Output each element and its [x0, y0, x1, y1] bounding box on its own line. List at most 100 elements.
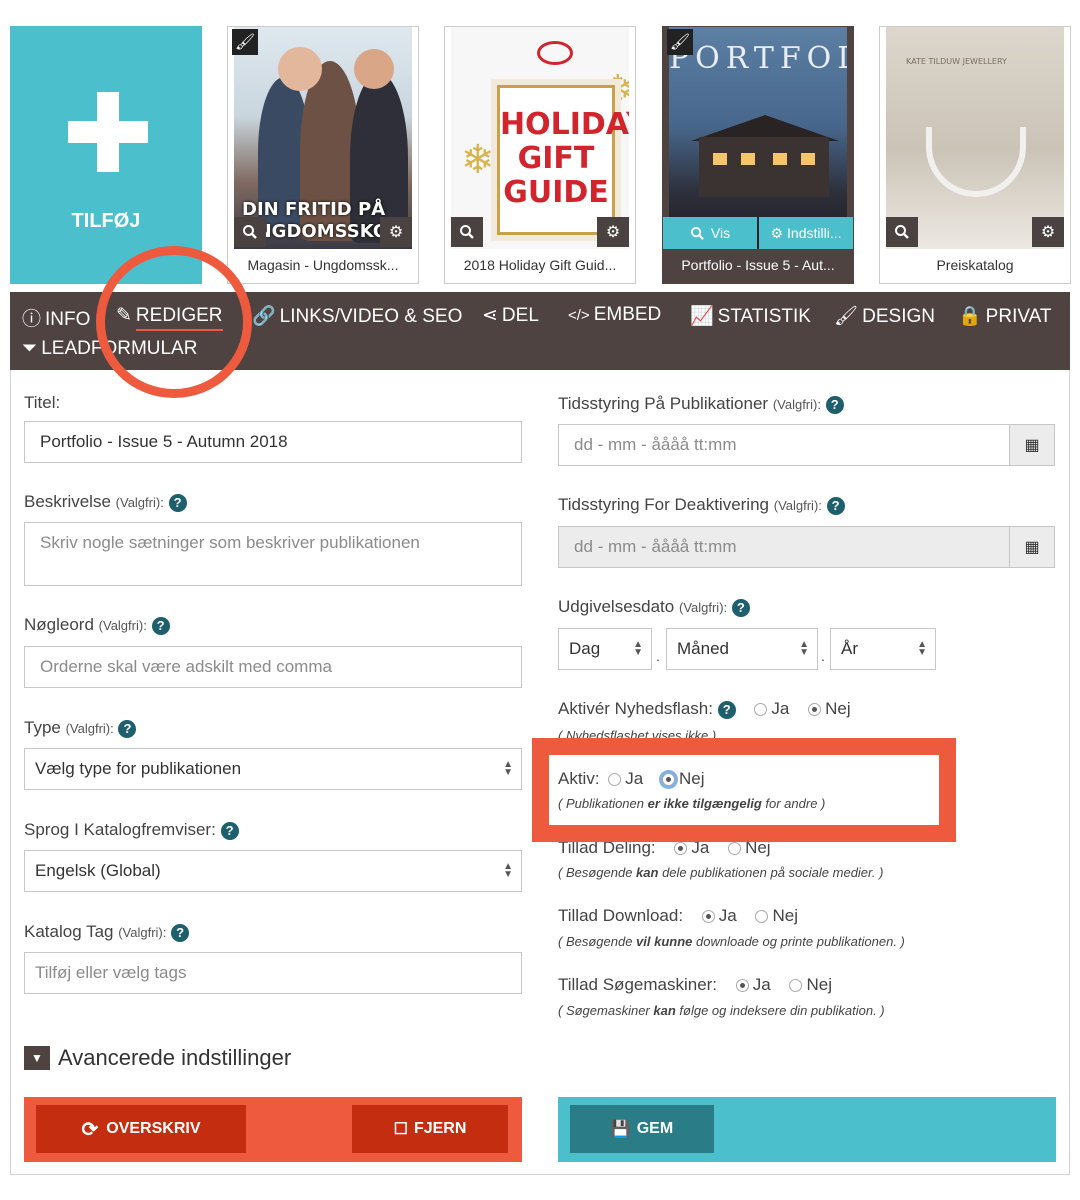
publication-title: Magasin - Ungdomssk...: [247, 257, 399, 273]
search-engines-row: Tillad Søgemaskiner: Ja Nej: [558, 975, 832, 994]
publication-thumb-2[interactable]: ❄ ❄ ❄ HOLIDAY GIFT GUIDE ⚙ 2018 Holiday …: [444, 26, 636, 284]
brush-icon: 🖌: [834, 306, 859, 327]
help-icon[interactable]: ?: [118, 719, 137, 738]
publication-thumb-3[interactable]: PORTFOLIO 🖌 Vis ⚙ Indstilli... Portfolio…: [662, 26, 854, 284]
save-button[interactable]: 💾 GEM: [570, 1105, 714, 1153]
chart-icon: 📈: [690, 306, 714, 327]
danger-action-bar: ⟳ OVERSKRIV ☐ FJERN: [24, 1097, 522, 1162]
sharing-no-radio[interactable]: [728, 842, 742, 856]
newsflash-no-radio[interactable]: [808, 703, 822, 717]
gear-icon[interactable]: ⚙: [597, 217, 629, 247]
sharing-yes-radio[interactable]: [674, 842, 688, 856]
tab-design[interactable]: 🖌 DESIGN: [834, 304, 935, 328]
help-icon[interactable]: ?: [717, 700, 736, 719]
download-yes-radio[interactable]: [701, 910, 715, 924]
keywords-input[interactable]: Orderne skal være adskilt med comma: [24, 646, 522, 688]
keywords-label: Nøgleord (Valgfri): ?: [24, 615, 170, 635]
advanced-settings-toggle[interactable]: Avancerede indstillinger: [58, 1045, 291, 1071]
publication-title: Portfolio - Issue 5 - Aut...: [681, 257, 835, 273]
select-arrows-icon: ▲ ▼: [503, 861, 513, 880]
publication-title: Preiskatalog: [936, 257, 1014, 273]
tab-statistik[interactable]: 📈 STATISTIK: [690, 304, 811, 328]
code-icon: </>: [568, 307, 590, 324]
catalog-tag-label: Katalog Tag (Valgfri): ?: [24, 922, 190, 942]
calendar-icon[interactable]: ▦: [1009, 526, 1055, 568]
highlight-circle: [96, 246, 252, 398]
type-select[interactable]: Vælg type for publikationen ▲ ▼: [24, 748, 522, 790]
description-label: Beskrivelse (Valgfri): ?: [24, 492, 187, 512]
add-label: TILFØJ: [71, 210, 141, 232]
tab-links-video-seo[interactable]: 🔗 LINKS/VIDEO & SEO: [252, 304, 462, 328]
cover-headline: DIN FRITID PÅ UNGDOMSSKOLEN: [242, 199, 412, 242]
day-select[interactable]: Dag ▲ ▼: [558, 628, 652, 670]
gift-tag: HOLIDAY GIFT GUIDE: [497, 85, 629, 235]
search-icon[interactable]: [234, 217, 266, 247]
search-engines-note: ( Søgemaskiner kan følge og indeksere di…: [558, 1003, 885, 1018]
help-icon[interactable]: ?: [826, 496, 845, 515]
tab-del[interactable]: ⋖ DEL: [482, 304, 539, 327]
title-input[interactable]: Portfolio - Issue 5 - Autumn 2018: [24, 421, 522, 463]
search-engines-yes-radio[interactable]: [735, 979, 749, 993]
description-textarea[interactable]: Skriv nogle sætninger som beskriver publ…: [24, 522, 522, 586]
year-select[interactable]: År ▲ ▼: [830, 628, 936, 670]
sharing-note: ( Besøgende kan dele publikationen på so…: [558, 865, 884, 880]
schedule-publish-label: Tidsstyring På Publikationer (Valgfri): …: [558, 394, 844, 414]
overwrite-button[interactable]: ⟳ OVERSKRIV: [36, 1105, 246, 1153]
square-icon: ☐: [393, 1121, 408, 1138]
share-icon: ⋖: [482, 305, 498, 326]
catalog-tag-input[interactable]: Tilføj eller vælg tags: [24, 952, 522, 994]
remove-button[interactable]: ☐ FJERN: [352, 1105, 508, 1153]
search-icon[interactable]: [886, 217, 918, 247]
search-icon[interactable]: [451, 217, 483, 247]
publication-thumb-4[interactable]: KATE TILDUW JEWELLERY ⚙ Preiskatalog: [879, 26, 1071, 284]
tab-info[interactable]: ⓘ INFO: [22, 304, 90, 331]
chevron-down-icon[interactable]: ▼: [24, 1046, 50, 1070]
brush-icon: 🖌: [667, 29, 693, 55]
lock-icon: 🔒: [958, 306, 982, 327]
newsflash-row: Aktivér Nyhedsflash: ? Ja Nej: [558, 699, 851, 719]
publication-title: 2018 Holiday Gift Guid...: [463, 257, 617, 273]
help-icon[interactable]: ?: [168, 493, 187, 512]
help-icon[interactable]: ?: [220, 821, 239, 840]
help-icon[interactable]: ?: [171, 923, 190, 942]
select-arrows-icon: ▲ ▼: [503, 759, 513, 778]
settings-button[interactable]: ⚙ Indstilli...: [759, 217, 853, 249]
publication-thumb-1[interactable]: DIN FRITID PÅ UNGDOMSSKOLEN ⚙ 🖌 Magasin …: [227, 26, 419, 284]
tab-privat[interactable]: 🔒 PRIVAT: [958, 304, 1051, 328]
view-button[interactable]: Vis: [663, 217, 757, 249]
schedule-publish-input[interactable]: dd - mm - åååå tt:mm: [558, 424, 1010, 466]
publication-cover: KATE TILDUW JEWELLERY: [886, 27, 1064, 249]
brush-icon: 🖌: [232, 29, 258, 55]
title-label: Titel:: [24, 393, 61, 412]
cover-masthead: PORTFOLIO: [669, 41, 847, 76]
brand-logo: [537, 41, 573, 65]
save-action-bar: 💾 GEM: [558, 1097, 1056, 1162]
download-no-radio[interactable]: [755, 910, 769, 924]
info-icon: ⓘ: [22, 309, 42, 330]
tab-embed[interactable]: </> EMBED: [568, 304, 661, 326]
schedule-deactivate-input[interactable]: dd - mm - åååå tt:mm: [558, 526, 1010, 568]
newsflash-yes-radio[interactable]: [754, 703, 768, 717]
language-select[interactable]: Engelsk (Global) ▲ ▼: [24, 850, 522, 892]
month-select[interactable]: Måned ▲ ▼: [666, 628, 818, 670]
highlight-rectangle: [532, 738, 956, 842]
link-icon: 🔗: [252, 306, 276, 327]
language-label: Sprog I Katalogfremviser: ?: [24, 820, 239, 840]
newsflash-note: ( Nyhedsflashet vises ikke ): [558, 728, 717, 738]
filter-icon: ⏷: [22, 338, 38, 359]
schedule-deactivate-label: Tidsstyring For Deaktivering (Valgfri): …: [558, 495, 845, 515]
release-date-label: Udgivelsesdato (Valgfri): ?: [558, 597, 750, 617]
calendar-icon[interactable]: ▦: [1009, 424, 1055, 466]
refresh-icon: ⟳: [81, 1118, 99, 1141]
publication-cover: PORTFOLIO: [669, 27, 847, 249]
search-engines-no-radio[interactable]: [789, 979, 803, 993]
help-icon[interactable]: ?: [731, 598, 750, 617]
gear-icon[interactable]: ⚙: [1032, 217, 1064, 247]
publication-cover: DIN FRITID PÅ UNGDOMSSKOLEN: [234, 27, 412, 249]
help-icon[interactable]: ?: [151, 616, 170, 635]
gear-icon[interactable]: ⚙: [380, 217, 412, 247]
gear-icon: ⚙: [770, 224, 784, 241]
help-icon[interactable]: ?: [825, 395, 844, 414]
download-note: ( Besøgende vil kunne downloade og print…: [558, 934, 905, 949]
type-label: Type (Valgfri): ?: [24, 718, 137, 738]
